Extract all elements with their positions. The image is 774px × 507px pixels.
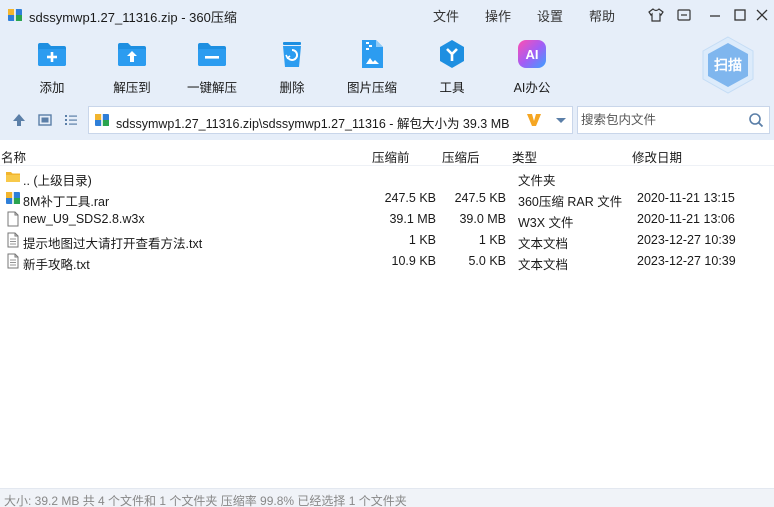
modified-date: 2020-11-21 13:15 (637, 191, 735, 205)
svg-text:AI: AI (526, 47, 539, 62)
ai-office-icon: AI (518, 40, 546, 68)
extract-to-icon (118, 43, 146, 66)
list-view-icon[interactable] (62, 111, 80, 129)
maximize-icon[interactable] (731, 6, 749, 24)
file-name: 新手攻略.txt (23, 258, 90, 272)
up-arrow-icon[interactable] (10, 111, 28, 129)
delete-icon (283, 42, 301, 67)
text-file-icon (7, 232, 19, 248)
extract-to-button[interactable]: 解压到 (94, 36, 170, 96)
status-text: 大小: 39.2 MB 共 4 个文件和 1 个文件夹 压缩率 99.8% 已经… (4, 494, 407, 507)
file-type: 文本文档 (518, 258, 569, 272)
scan-button[interactable]: 扫描 (701, 36, 755, 94)
size-before: 1 KB (408, 233, 436, 247)
one-click-extract-label: 一键解压 (186, 81, 237, 95)
thumbnail-view-icon[interactable] (36, 111, 54, 129)
window-title: sdssymwp1.27_11316.zip - 360压缩 (29, 10, 237, 25)
tools-button[interactable]: 工具 (414, 36, 490, 96)
file-name: .. (上级目录) (23, 174, 92, 188)
ai-office-button[interactable]: AI AI办公 (494, 36, 570, 96)
add-label: 添加 (39, 81, 65, 95)
size-after: 39.0 MB (459, 212, 506, 226)
search-input[interactable] (581, 111, 741, 129)
main-toolbar: 添加 解压到 一键解压 删除 图片压缩 工具 AI AI办公 扫描 (0, 30, 774, 100)
feedback-icon[interactable] (675, 6, 693, 24)
size-after: 5.0 KB (468, 254, 506, 268)
column-header: 名称 压缩前 压缩后 类型 修改日期 (0, 140, 774, 166)
scan-label: 扫描 (714, 57, 742, 73)
menu-operation[interactable]: 操作 (485, 6, 511, 25)
blank-file-icon (7, 211, 19, 227)
address-row: sdssymwp1.27_11316.zip\sdssymwp1.27_1131… (0, 100, 774, 140)
file-name: 8M补丁工具.rar (23, 195, 110, 209)
modified-date: 2023-12-27 10:39 (637, 233, 736, 247)
minimize-icon[interactable] (706, 6, 724, 24)
table-row[interactable]: 新手攻略.txt 10.9 KB 5.0 KB 文本文档 2023-12-27 … (0, 251, 774, 272)
file-list: 名称 压缩前 压缩后 类型 修改日期 .. (上级目录) 文件夹 8M补丁工具.… (0, 140, 774, 488)
modified-date: 2023-12-27 10:39 (637, 254, 736, 268)
image-compress-icon (362, 40, 383, 68)
vip-v-icon[interactable] (525, 111, 543, 129)
table-row[interactable]: 提示地图过大请打开查看方法.txt 1 KB 1 KB 文本文档 2023-12… (0, 230, 774, 251)
tools-label: 工具 (439, 81, 465, 95)
size-after: 247.5 KB (454, 191, 506, 205)
column-size-before[interactable]: 压缩前 (372, 147, 410, 166)
zip-archive-icon (8, 9, 22, 21)
size-before: 39.1 MB (389, 212, 436, 226)
tools-icon (440, 40, 464, 68)
chevron-down-icon[interactable] (552, 111, 570, 129)
size-after: 1 KB (478, 233, 506, 247)
column-type[interactable]: 类型 (512, 147, 537, 166)
zip-archive-icon (95, 114, 109, 126)
extract-to-label: 解压到 (113, 81, 151, 95)
file-name: new_U9_SDS2.8.w3x (23, 212, 145, 226)
size-before: 10.9 KB (391, 254, 436, 268)
close-icon[interactable] (753, 6, 771, 24)
table-row[interactable]: 8M补丁工具.rar 247.5 KB 247.5 KB 360压缩 RAR 文… (0, 188, 774, 209)
one-click-extract-button[interactable]: 一键解压 (174, 36, 250, 96)
status-bar: 大小: 39.2 MB 共 4 个文件和 1 个文件夹 压缩率 99.8% 已经… (0, 488, 774, 507)
search-box (577, 106, 770, 134)
skin-icon[interactable] (647, 6, 665, 24)
file-type: 360压缩 RAR 文件 (518, 195, 623, 209)
rar-archive-icon (6, 192, 20, 204)
add-icon (38, 43, 66, 66)
add-button[interactable]: 添加 (14, 36, 90, 96)
column-size-after[interactable]: 压缩后 (442, 147, 480, 166)
menu-file[interactable]: 文件 (433, 6, 459, 25)
column-modified-date[interactable]: 修改日期 (632, 147, 682, 166)
file-type: 文件夹 (518, 174, 556, 188)
delete-button[interactable]: 删除 (254, 36, 330, 96)
delete-label: 删除 (279, 81, 305, 95)
modified-date: 2020-11-21 13:06 (637, 212, 735, 226)
image-compress-button[interactable]: 图片压缩 (334, 36, 410, 96)
column-name[interactable]: 名称 (1, 147, 26, 166)
search-icon[interactable] (748, 112, 764, 128)
size-before: 247.5 KB (384, 191, 436, 205)
one-click-extract-icon (198, 43, 226, 66)
ai-office-label: AI办公 (513, 81, 551, 95)
app-window: sdssymwp1.27_11316.zip - 360压缩 文件 操作 设置 … (0, 0, 774, 507)
folder-icon (6, 172, 20, 182)
title-bar: sdssymwp1.27_11316.zip - 360压缩 文件 操作 设置 … (0, 0, 774, 30)
address-path: sdssymwp1.27_11316.zip\sdssymwp1.27_1131… (116, 117, 510, 131)
menu-settings[interactable]: 设置 (537, 6, 563, 25)
file-type: W3X 文件 (518, 216, 574, 230)
image-compress-label: 图片压缩 (346, 81, 397, 95)
file-type: 文本文档 (518, 237, 569, 251)
parent-folder-row[interactable]: .. (上级目录) 文件夹 (0, 167, 774, 188)
table-row[interactable]: new_U9_SDS2.8.w3x 39.1 MB 39.0 MB W3X 文件… (0, 209, 774, 230)
text-file-icon (7, 253, 19, 269)
file-name: 提示地图过大请打开查看方法.txt (23, 237, 203, 251)
address-bar[interactable]: sdssymwp1.27_11316.zip\sdssymwp1.27_1131… (88, 106, 573, 134)
menu-help[interactable]: 帮助 (589, 6, 615, 25)
